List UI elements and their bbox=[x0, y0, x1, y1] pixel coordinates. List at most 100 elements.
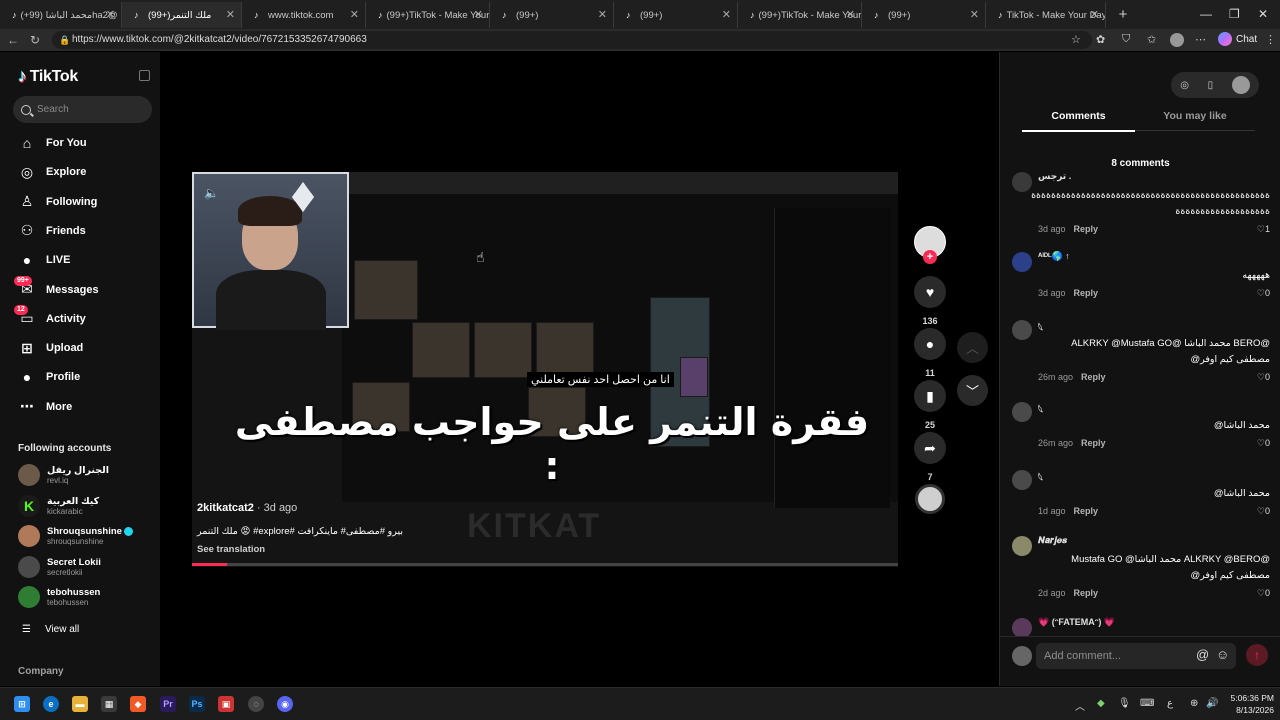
comment-avatar[interactable] bbox=[1012, 536, 1032, 556]
sidebar-item-more[interactable]: ⋯ More bbox=[18, 398, 72, 416]
browser-tab[interactable]: ♪ (99+) ✕ bbox=[862, 2, 986, 28]
comment-username[interactable]: 𓆩 bbox=[1038, 319, 1043, 334]
tab-close-icon[interactable]: ✕ bbox=[106, 8, 115, 21]
tab-close-icon[interactable]: ✕ bbox=[846, 8, 855, 21]
reply-button[interactable]: Reply bbox=[1074, 588, 1099, 598]
browser-tab[interactable]: ♪ (99+) ✕ bbox=[614, 2, 738, 28]
comment-avatar[interactable] bbox=[1012, 402, 1032, 422]
comment-username[interactable]: 𓆩 bbox=[1038, 401, 1043, 416]
share-icon[interactable]: ➦ bbox=[914, 432, 946, 464]
reply-button[interactable]: Reply bbox=[1074, 506, 1099, 516]
reply-button[interactable]: Reply bbox=[1074, 288, 1099, 298]
comment-avatar[interactable] bbox=[1012, 470, 1032, 490]
collapse-sidebar-icon[interactable] bbox=[139, 70, 150, 81]
comment-like-button[interactable]: ♡1 bbox=[1257, 224, 1270, 235]
comment-username[interactable]: 𝑵𝒂𝒓𝒋𝒆𝒔 bbox=[1038, 535, 1067, 546]
file-explorer-icon[interactable]: ▬ bbox=[72, 696, 88, 712]
browser-tab[interactable]: ♪ (99+) ✕ bbox=[490, 2, 614, 28]
url-input[interactable]: 🔒 https://www.tiktok.com/@2kitkatcat2/vid… bbox=[52, 31, 1092, 49]
back-icon[interactable]: ← bbox=[2, 33, 24, 47]
comment-like-button[interactable]: ♡0 bbox=[1257, 506, 1270, 517]
comment-action[interactable]: ● 11 bbox=[914, 328, 946, 378]
sidebar-item-upload[interactable]: ⊞ Upload bbox=[18, 339, 83, 357]
sidebar-item-messages[interactable]: ✉ 99+ Messages bbox=[14, 275, 99, 299]
browser-tab[interactable]: ♪ (99+)ملك التنمر ✕ bbox=[122, 2, 242, 28]
tab-close-icon[interactable]: ✕ bbox=[598, 8, 607, 21]
following-account[interactable]: الجنرال ريفل revl.iq bbox=[18, 464, 109, 486]
video-author[interactable]: 2kitkatcat2 · 3d ago bbox=[197, 502, 297, 514]
reply-button[interactable]: Reply bbox=[1074, 224, 1099, 234]
menu-icon[interactable]: ⋯ bbox=[1195, 33, 1206, 46]
comment-icon[interactable]: ● bbox=[914, 328, 946, 360]
minimize-icon[interactable]: — bbox=[1200, 7, 1212, 21]
following-account[interactable]: tebohussen tebohussen bbox=[18, 586, 100, 608]
profile-avatar-icon[interactable] bbox=[1170, 33, 1184, 47]
discord-icon[interactable]: ◉ bbox=[277, 696, 293, 712]
browser-tab[interactable]: ♪ (99+)TikTok - Make Your ✕ bbox=[738, 2, 862, 28]
capcut-icon[interactable]: ▣ bbox=[218, 696, 234, 712]
sidebar-item-for-you[interactable]: ⌂ For You bbox=[18, 134, 87, 152]
comment-username[interactable]: ᴬᴵᴰᴸ🌎 ↑ bbox=[1038, 251, 1070, 262]
music-disc-avatar[interactable] bbox=[915, 484, 945, 514]
comment-avatar[interactable] bbox=[1012, 320, 1032, 340]
bookmark-icon[interactable]: ▮ bbox=[914, 380, 946, 412]
mention-icon[interactable]: @ bbox=[1196, 647, 1209, 662]
compass-icon[interactable]: ◎ bbox=[1180, 80, 1189, 91]
photoshop-icon[interactable]: Ps bbox=[189, 696, 205, 712]
tab-close-icon[interactable]: ✕ bbox=[474, 8, 483, 21]
reply-button[interactable]: Reply bbox=[1081, 438, 1106, 448]
window-close-icon[interactable]: ✕ bbox=[1258, 7, 1268, 21]
view-all-button[interactable]: ☰ View all bbox=[22, 624, 79, 635]
tab-comments[interactable]: Comments bbox=[1022, 110, 1135, 132]
sidebar-item-profile[interactable]: ● Profile bbox=[18, 368, 80, 386]
like-action[interactable]: ♥ 136 bbox=[914, 276, 946, 326]
comment-like-button[interactable]: ♡0 bbox=[1257, 372, 1270, 383]
tiktok-logo[interactable]: ♪ TikTok bbox=[18, 66, 78, 87]
maximize-icon[interactable]: ❐ bbox=[1229, 7, 1240, 21]
tab-close-icon[interactable]: ✕ bbox=[226, 8, 235, 21]
comment-avatar[interactable] bbox=[1012, 618, 1032, 638]
copilot-chat-button[interactable]: Chat bbox=[1218, 32, 1257, 46]
video-progress-bar[interactable] bbox=[192, 563, 898, 566]
previous-video-button[interactable]: ︿ bbox=[957, 332, 988, 363]
sidebar-item-following[interactable]: ♙ Following bbox=[18, 193, 98, 211]
following-account[interactable]: Secret Lokii secretlokii bbox=[18, 555, 101, 578]
windows-start-icon[interactable]: ⊞ bbox=[14, 696, 30, 712]
heart-icon[interactable]: ♥ bbox=[914, 276, 946, 308]
reload-icon[interactable]: ↻ bbox=[24, 33, 46, 47]
video-player[interactable]: 🔈 انا من احصل احد نفس تعاملني فقرة التنم… bbox=[192, 172, 898, 567]
device-icon[interactable]: ▯ bbox=[1208, 80, 1214, 91]
sidebar-item-explore[interactable]: ◎ Explore bbox=[18, 163, 86, 181]
comment-avatar[interactable] bbox=[1012, 252, 1032, 272]
browser-tab[interactable]: ♪ TikTok - Make Your Day ✕ bbox=[986, 2, 1106, 28]
reply-button[interactable]: Reply bbox=[1081, 372, 1106, 382]
save-action[interactable]: ▮ 25 bbox=[914, 380, 946, 430]
comment-like-button[interactable]: ♡0 bbox=[1257, 288, 1270, 299]
comment-like-button[interactable]: ♡0 bbox=[1257, 438, 1270, 449]
microphone-icon[interactable]: 🎙 bbox=[1118, 698, 1131, 709]
following-account[interactable]: Shrouqsunshine shrouqsunshine bbox=[18, 525, 133, 547]
tray-chevron-up-icon[interactable]: ︿ bbox=[1075, 698, 1085, 713]
extensions-icon[interactable]: ✿ bbox=[1096, 33, 1105, 46]
premiere-icon[interactable]: Pr bbox=[160, 696, 176, 712]
mute-icon[interactable]: 🔈 bbox=[204, 186, 219, 200]
tray-app-icon[interactable]: ◆ bbox=[1097, 698, 1105, 709]
search-input[interactable]: Search bbox=[13, 96, 152, 123]
comment-username[interactable]: 𓆩 bbox=[1038, 469, 1043, 484]
tab-you-may-like[interactable]: You may like bbox=[1135, 110, 1255, 131]
sidebar-item-activity[interactable]: ▭ 12 Activity bbox=[14, 304, 86, 328]
more-menu-icon[interactable]: ⋮ bbox=[1265, 33, 1276, 46]
share-action[interactable]: ➦ 7 bbox=[914, 432, 946, 482]
comment-username[interactable]: 💗 (ᵔFATEMAᵔ) 💗 bbox=[1038, 617, 1115, 628]
tab-close-icon[interactable]: ✕ bbox=[722, 8, 731, 21]
sidebar-item-live[interactable]: ● LIVE bbox=[18, 251, 71, 269]
emoji-icon[interactable]: ☺ bbox=[1216, 647, 1229, 662]
chrome-icon[interactable]: ◌ bbox=[248, 696, 264, 712]
tab-close-icon[interactable]: ✕ bbox=[970, 8, 979, 21]
volume-icon[interactable]: 🔊 bbox=[1206, 698, 1218, 709]
comment-like-button[interactable]: ♡0 bbox=[1257, 588, 1270, 599]
shield-icon[interactable]: ⛉ bbox=[1122, 33, 1130, 46]
browser-tab[interactable]: ♪ (99+)TikTok - Make Your ✕ bbox=[366, 2, 490, 28]
new-tab-button[interactable]: + bbox=[1112, 6, 1134, 23]
star-icon[interactable]: ☆ bbox=[1071, 33, 1081, 46]
